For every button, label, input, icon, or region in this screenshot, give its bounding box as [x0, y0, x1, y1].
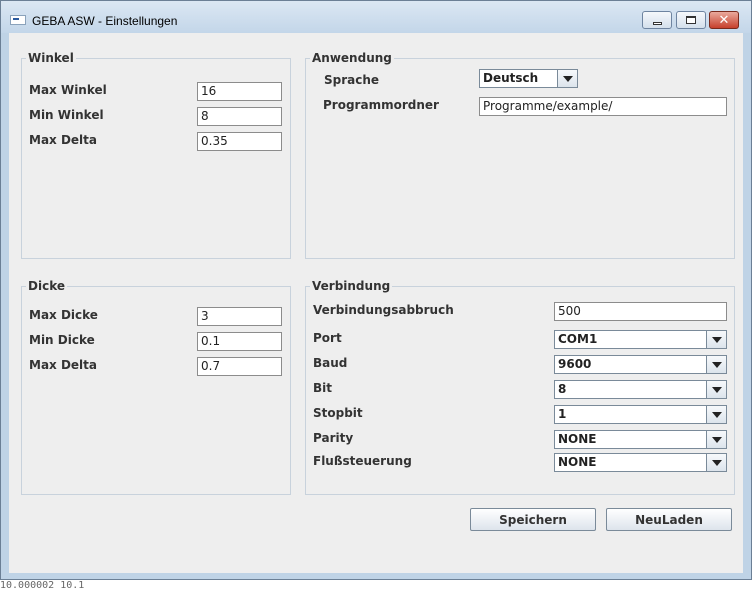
close-icon: ✕ — [718, 12, 730, 28]
max-delta-winkel-label: Max Delta — [29, 133, 98, 147]
save-button[interactable]: Speichern — [470, 508, 596, 531]
verbindung-legend: Verbindung — [312, 279, 391, 293]
port-value: COM1 — [558, 332, 598, 346]
min-winkel-label: Min Winkel — [29, 108, 104, 122]
winkel-legend: Winkel — [28, 51, 74, 65]
title-bar[interactable]: GEBA ASW - Einstellungen ✕ — [1, 1, 751, 33]
close-button[interactable]: ✕ — [709, 11, 739, 29]
chevron-down-icon[interactable] — [706, 454, 726, 471]
max-winkel-label: Max Winkel — [29, 83, 107, 97]
max-delta-dicke-label: Max Delta — [29, 358, 98, 372]
sprache-value: Deutsch — [483, 71, 539, 85]
programmordner-label: Programmordner — [323, 98, 439, 112]
flusssteuerung-select[interactable]: NONE — [554, 453, 727, 472]
sprache-label: Sprache — [324, 73, 380, 87]
max-winkel-input[interactable]: 16 — [197, 82, 282, 101]
background-window-text: 10.000002 10.1 — [0, 580, 752, 593]
chevron-down-icon[interactable] — [706, 331, 726, 348]
reload-button[interactable]: NeuLaden — [606, 508, 732, 531]
minimize-icon — [652, 21, 662, 25]
minimize-button[interactable] — [642, 11, 672, 29]
parity-label: Parity — [313, 431, 354, 445]
chevron-down-icon[interactable] — [706, 381, 726, 398]
dicke-legend: Dicke — [28, 279, 65, 293]
min-dicke-input[interactable]: 0.1 — [197, 332, 282, 351]
stopbit-select[interactable]: 1 — [554, 405, 727, 424]
max-delta-winkel-input[interactable]: 0.35 — [197, 132, 282, 151]
parity-value: NONE — [558, 432, 597, 446]
maximize-button[interactable] — [676, 11, 706, 29]
max-dicke-input[interactable]: 3 — [197, 307, 282, 326]
stopbit-label: Stopbit — [313, 406, 363, 420]
programmordner-input[interactable]: Programme/example/ — [479, 97, 727, 116]
min-winkel-input[interactable]: 8 — [197, 107, 282, 126]
baud-select[interactable]: 9600 — [554, 355, 727, 374]
verbindungsabbruch-input[interactable]: 500 — [554, 302, 727, 321]
bit-select[interactable]: 8 — [554, 380, 727, 399]
window-title: GEBA ASW - Einstellungen — [32, 14, 178, 28]
stopbit-value: 1 — [558, 407, 567, 421]
bit-value: 8 — [558, 382, 567, 396]
chevron-down-icon[interactable] — [706, 406, 726, 423]
max-dicke-label: Max Dicke — [29, 308, 98, 322]
bit-label: Bit — [313, 381, 332, 395]
chevron-down-icon[interactable] — [706, 431, 726, 448]
max-delta-dicke-input[interactable]: 0.7 — [197, 357, 282, 376]
chevron-down-icon[interactable] — [706, 356, 726, 373]
baud-label: Baud — [313, 356, 348, 370]
flusssteuerung-label: Flußsteuerung — [313, 454, 412, 468]
min-dicke-label: Min Dicke — [29, 333, 95, 347]
port-label: Port — [313, 331, 342, 345]
settings-window: GEBA ASW - Einstellungen ✕ Winkel Max Wi… — [0, 0, 752, 580]
maximize-icon — [686, 16, 696, 24]
port-select[interactable]: COM1 — [554, 330, 727, 349]
flusssteuerung-value: NONE — [558, 455, 597, 469]
verbindungsabbruch-label: Verbindungsabbruch — [313, 303, 454, 317]
app-icon — [10, 15, 26, 25]
parity-select[interactable]: NONE — [554, 430, 727, 449]
sprache-select[interactable]: Deutsch — [479, 69, 578, 88]
anwendung-legend: Anwendung — [312, 51, 392, 65]
settings-content: Winkel Max Winkel 16 Min Winkel 8 Max De… — [9, 33, 743, 573]
chevron-down-icon[interactable] — [557, 70, 577, 87]
baud-value: 9600 — [558, 357, 592, 371]
